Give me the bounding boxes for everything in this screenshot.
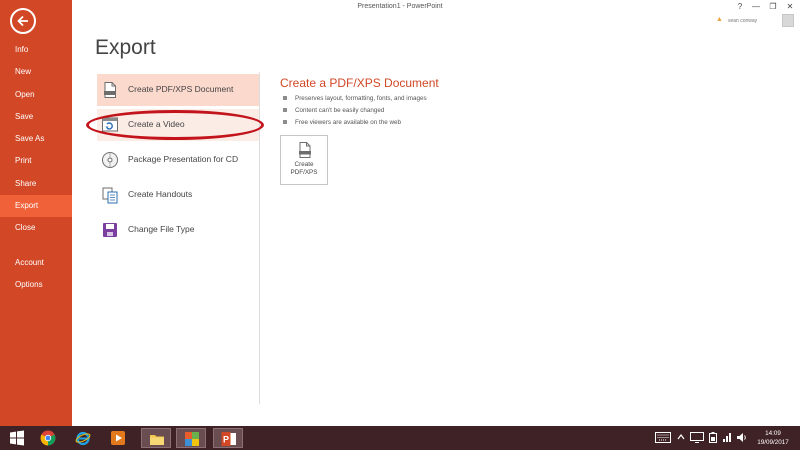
keyboard-icon[interactable]: [655, 432, 671, 443]
list-item: Preserves layout, formatting, fonts, and…: [283, 94, 427, 106]
option-label: Change File Type: [128, 224, 195, 234]
clock-date: 19/09/2017: [757, 439, 789, 446]
nav-account[interactable]: Account: [0, 252, 72, 274]
powerpoint-icon: P: [221, 432, 236, 446]
nav-open[interactable]: Open: [0, 84, 72, 106]
user-name: sean conway: [728, 18, 758, 24]
taskbar-powerpoint[interactable]: P: [213, 428, 243, 448]
pdf-document-icon: [299, 142, 311, 158]
volume-icon[interactable]: [736, 432, 748, 443]
divider: [259, 72, 260, 404]
internet-explorer-icon: [75, 431, 91, 446]
taskbar: P 14:09 19/09/2017: [0, 426, 800, 450]
account-area[interactable]: ▲ sean conway: [710, 14, 800, 28]
restore-button[interactable]: ❐: [767, 2, 779, 11]
minimize-button[interactable]: —: [750, 2, 762, 11]
export-option-change-file-type[interactable]: Change File Type: [97, 214, 259, 246]
detail-bullets: Preserves layout, formatting, fonts, and…: [283, 94, 427, 130]
option-label: Package Presentation for CD: [128, 154, 239, 164]
export-option-package-cd[interactable]: Package Presentation for CD: [97, 144, 259, 176]
backstage-nav: Info New Open Save Save As Print Share E…: [0, 0, 72, 426]
option-label: Create a Video: [128, 119, 185, 129]
file-explorer-icon: [150, 435, 164, 445]
taskbar-media-player[interactable]: [103, 428, 133, 448]
cd-icon: [102, 152, 118, 168]
title-bar: Presentation1 - PowerPoint ? — ❐ ✕: [72, 0, 800, 16]
nav-new[interactable]: New: [0, 61, 72, 83]
back-button[interactable]: [10, 8, 36, 34]
file-type-icon: [103, 223, 117, 237]
nav-export[interactable]: Export: [0, 195, 72, 217]
taskbar-clock[interactable]: 14:09 19/09/2017: [750, 429, 796, 447]
clock-time: 14:09: [765, 430, 781, 437]
taskbar-app[interactable]: [176, 428, 206, 448]
close-window-button[interactable]: ✕: [784, 2, 796, 11]
detail-title: Create a PDF/XPS Document: [280, 76, 439, 90]
nav-info[interactable]: Info: [0, 39, 72, 61]
export-option-handouts[interactable]: Create Handouts: [97, 179, 259, 211]
export-option-pdf-xps[interactable]: Create PDF/XPS Document: [97, 74, 259, 106]
nav-save[interactable]: Save: [0, 106, 72, 128]
taskbar-file-explorer[interactable]: [141, 428, 171, 448]
warning-icon: ▲: [716, 16, 723, 23]
option-label: Create PDF/XPS Document: [128, 84, 234, 94]
avatar: [782, 14, 794, 27]
back-arrow-icon: [17, 15, 28, 27]
button-label-line-1: Create: [294, 161, 314, 168]
svg-text:P: P: [223, 435, 229, 445]
option-label: Create Handouts: [128, 189, 193, 199]
export-option-video[interactable]: Create a Video: [97, 109, 259, 141]
nav-options[interactable]: Options: [0, 274, 72, 296]
nav-share[interactable]: Share: [0, 173, 72, 195]
nav-print[interactable]: Print: [0, 150, 72, 172]
video-icon: [102, 117, 118, 132]
window-title: Presentation1 - PowerPoint: [357, 3, 443, 10]
signal-icon[interactable]: [722, 432, 732, 443]
windows-start-icon: [10, 430, 24, 446]
nav-save-as[interactable]: Save As: [0, 128, 72, 150]
page-title: Export: [95, 36, 156, 59]
nav-close[interactable]: Close: [0, 217, 72, 239]
pdf-document-icon: [104, 82, 116, 98]
handouts-icon: [102, 187, 118, 204]
list-item: Free viewers are available on the web: [283, 118, 427, 130]
create-pdf-xps-button[interactable]: Create PDF/XPS: [280, 135, 328, 185]
battery-icon[interactable]: [709, 432, 717, 443]
network-icon[interactable]: [690, 432, 704, 443]
show-hidden-icons-icon[interactable]: [677, 432, 685, 443]
app-icon: [185, 432, 199, 446]
list-item: Content can't be easily changed: [283, 106, 427, 118]
help-button[interactable]: ?: [734, 2, 746, 11]
taskbar-internet-explorer[interactable]: [68, 428, 98, 448]
chrome-icon: [40, 430, 56, 446]
taskbar-chrome[interactable]: [33, 428, 63, 448]
button-label: Create PDF/XPS: [281, 161, 327, 177]
start-button[interactable]: [2, 428, 32, 448]
media-player-icon: [111, 431, 125, 445]
button-label-line-2: PDF/XPS: [290, 169, 318, 176]
